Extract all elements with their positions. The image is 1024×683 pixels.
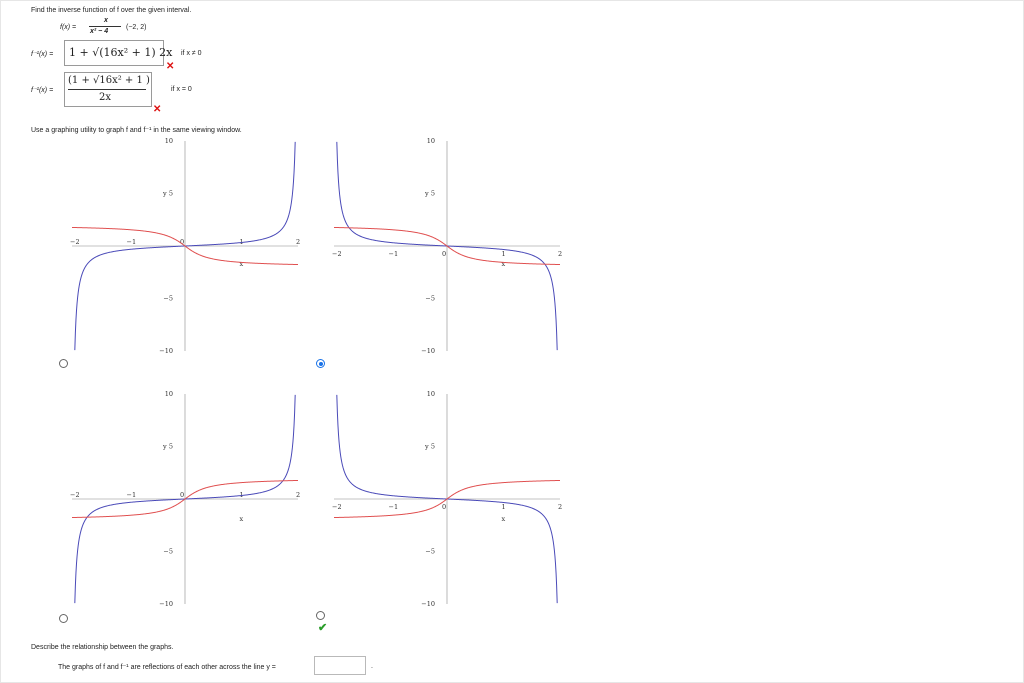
graph-option-c[interactable]: −2 −1 0 1 2105−5−10yx [60,390,310,620]
y-tick-label: 10 [427,390,435,398]
x-tick-label: 1 [502,250,506,258]
radio-option-c[interactable] [59,614,68,623]
radio-option-b[interactable] [316,359,325,368]
inverse-label-1: f⁻¹(x) = [31,51,54,58]
x-tick-label: −2 [332,250,342,258]
y-tick-label: −5 [163,548,173,556]
x-axis-label: x [502,260,506,268]
x-tick-label: 2 [558,250,562,258]
x-axis-label: x [502,515,506,523]
x-tick-label: 0 [442,503,446,511]
y-tick-label: 5 [431,190,435,198]
inverse-label-2: f⁻¹(x) = [31,87,54,94]
function-denominator: x² − 4 [90,28,109,35]
x-tick-label: −2 [70,238,80,246]
y-tick-label: −10 [421,600,435,608]
y-axis-label: y [424,190,429,198]
y-tick-label: 10 [427,137,435,145]
y-tick-label: −5 [425,548,435,556]
y-tick-label: 10 [165,137,173,145]
inverse-numerator-2: (1 + √16x² + 1 ) [68,75,150,86]
y-tick-label: −5 [425,295,435,303]
function-label: f(x) = [60,24,77,31]
line-y-input[interactable] [314,656,366,675]
y-tick-label: −10 [159,347,173,355]
inverse-denominator-2: 2x [99,92,112,103]
graph-option-d[interactable]: −2 −1 0 1 2105−5−10yx [322,390,572,620]
radio-option-d[interactable] [316,611,325,620]
y-tick-label: −5 [163,295,173,303]
x-axis-label: x [240,515,244,523]
condition-2: if x = 0 [171,86,192,93]
condition-1: if x ≠ 0 [181,50,202,57]
x-tick-label: 0 [180,491,184,499]
x-axis-label: x [240,260,244,268]
y-tick-label: 10 [165,390,173,398]
x-tick-label: 2 [296,491,300,499]
x-tick-label: 1 [502,503,506,511]
instruction-text: Find the inverse function of f over the … [31,7,192,14]
x-tick-label: −2 [70,491,80,499]
y-tick-label: −10 [421,347,435,355]
x-tick-label: 0 [442,250,446,258]
y-tick-label: 5 [431,443,435,451]
incorrect-icon-2: ✕ [153,104,162,115]
x-tick-label: −1 [127,491,137,499]
inverse-answer-box-2[interactable]: (1 + √16x² + 1 ) 2x [64,72,152,107]
radio-option-a[interactable] [59,359,68,368]
y-axis-label: y [162,190,167,198]
y-tick-label: 5 [169,443,173,451]
interval-text: (−2, 2) [126,24,147,31]
sentence-period: . [371,663,373,670]
x-tick-label: −1 [389,250,399,258]
fraction-bar [89,26,121,27]
y-tick-label: −10 [159,600,173,608]
x-tick-label: −1 [127,238,137,246]
y-tick-label: 5 [169,190,173,198]
x-tick-label: 2 [558,503,562,511]
graph-option-a[interactable]: −2 −1 0 1 2105−5−10yx [60,137,310,367]
inverse-answer-box-1[interactable]: 1 + √(16x² + 1) 2x [64,40,172,66]
describe-prompt: Describe the relationship between the gr… [31,644,174,651]
graph-prompt: Use a graphing utility to graph f and f⁻… [31,127,242,134]
y-axis-label: y [162,443,167,451]
y-axis-label: y [424,443,429,451]
describe-sentence: The graphs of f and f⁻¹ are reflections … [58,664,276,671]
graph-option-b[interactable]: −2 −1 0 1 2105−5−10yx [322,137,572,367]
function-numerator: x [104,17,108,24]
x-tick-label: −2 [332,503,342,511]
fraction-bar-2 [68,89,146,90]
incorrect-icon-1: ✕ [166,61,175,72]
correct-checkmark-icon: ✔ [318,622,328,634]
x-tick-label: −1 [389,503,399,511]
x-tick-label: 2 [296,238,300,246]
inverse-expression-1: 1 + √(16x² + 1) 2x [69,46,173,59]
